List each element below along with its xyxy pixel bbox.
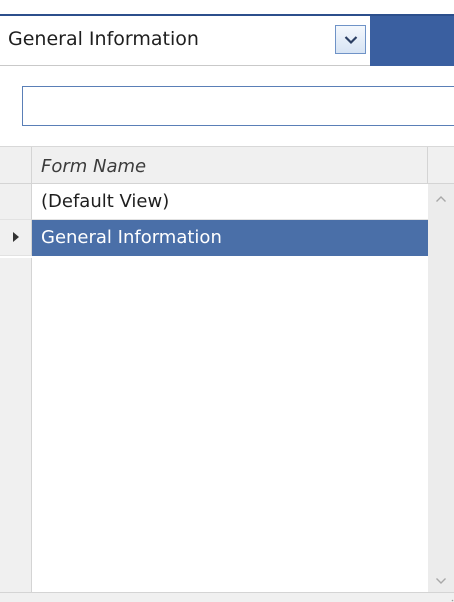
column-header-label: Form Name xyxy=(41,156,147,177)
column-header-form-name[interactable]: Form Name xyxy=(32,147,428,184)
grid-header-filler xyxy=(428,147,454,184)
form-name-cell[interactable]: General Information xyxy=(32,220,428,256)
form-combo-dropdown-button[interactable] xyxy=(335,25,366,54)
row-selector[interactable] xyxy=(0,184,32,220)
form-selector-panel: General Information Form Name (Default V… xyxy=(0,0,454,602)
scroll-up-button[interactable] xyxy=(428,184,454,210)
filter-input[interactable] xyxy=(22,86,454,126)
size-grip-icon[interactable] xyxy=(444,592,454,602)
scroll-down-icon xyxy=(435,570,447,589)
table-row-selected[interactable]: General Information xyxy=(0,220,428,256)
scroll-down-button[interactable] xyxy=(428,566,454,592)
form-name-cell[interactable]: (Default View) xyxy=(32,184,428,220)
row-selector-column xyxy=(0,258,32,592)
grid-header-corner xyxy=(0,147,32,184)
row-pointer-icon xyxy=(12,228,20,247)
form-name-text: (Default View) xyxy=(41,191,170,212)
form-name-text: General Information xyxy=(41,227,222,248)
form-combo-box[interactable]: General Information xyxy=(0,16,370,66)
row-selector[interactable] xyxy=(0,220,32,256)
grid-header: Form Name xyxy=(0,146,454,184)
vertical-scrollbar[interactable] xyxy=(428,184,454,592)
forms-grid: Form Name (Default View) General Informa… xyxy=(0,146,454,602)
grid-rows: (Default View) General Information xyxy=(0,184,428,592)
bottom-status-strip xyxy=(0,592,454,602)
accent-bar xyxy=(370,14,454,66)
table-row[interactable]: (Default View) xyxy=(0,184,428,220)
form-combo-value: General Information xyxy=(8,28,199,50)
chevron-down-icon xyxy=(344,35,358,45)
scroll-up-icon xyxy=(435,188,447,207)
top-strip xyxy=(0,0,454,8)
